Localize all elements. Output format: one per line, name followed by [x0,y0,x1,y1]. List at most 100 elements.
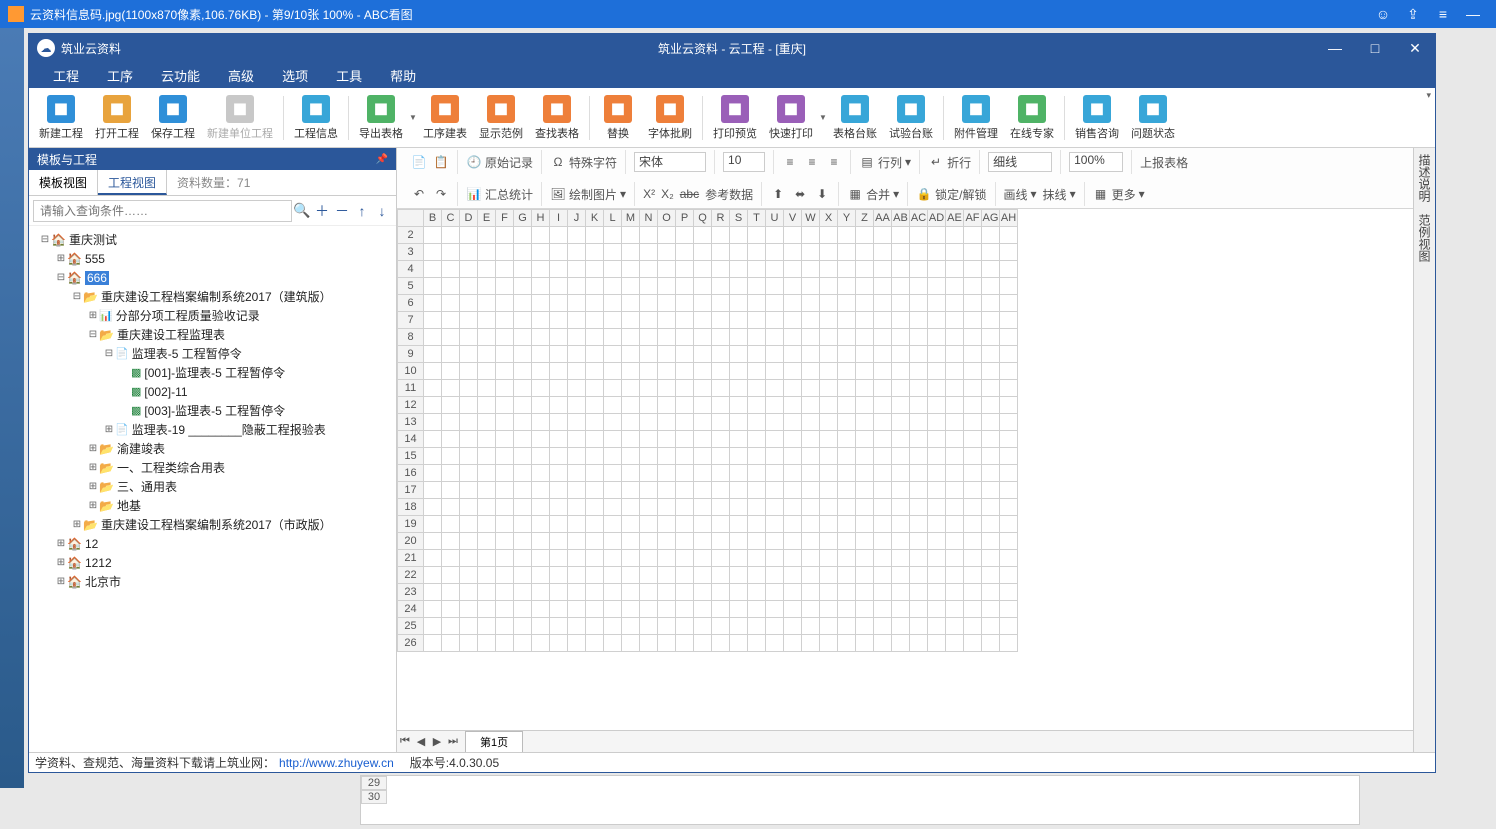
tree-node[interactable]: ⊟📄监理表-5 工程暂停令 [31,344,394,363]
cell[interactable] [910,448,928,465]
cell[interactable] [766,329,784,346]
cell[interactable] [604,278,622,295]
font-size-select[interactable]: 10 [723,152,765,172]
cell[interactable] [532,431,550,448]
cell[interactable] [586,244,604,261]
cell[interactable] [784,448,802,465]
cell[interactable] [622,533,640,550]
cell[interactable] [694,567,712,584]
cell[interactable] [694,550,712,567]
cell[interactable] [838,533,856,550]
sheet-last-icon[interactable]: ⏭ [445,735,461,748]
cell[interactable] [694,448,712,465]
cell[interactable] [424,465,442,482]
cell[interactable] [676,227,694,244]
cell[interactable] [496,533,514,550]
down-icon[interactable]: ↓ [372,203,392,219]
cell[interactable] [784,227,802,244]
zoom-select[interactable]: 100% [1069,152,1123,172]
cell[interactable] [874,312,892,329]
cell[interactable] [514,278,532,295]
row-header[interactable]: 10 [398,363,424,380]
cell[interactable] [514,465,532,482]
cell[interactable] [838,448,856,465]
cell[interactable] [460,295,478,312]
cell[interactable] [442,533,460,550]
cell[interactable] [496,516,514,533]
cell[interactable] [820,278,838,295]
cell[interactable] [442,516,460,533]
col-header[interactable]: E [478,210,496,227]
col-header[interactable]: K [586,210,604,227]
cell[interactable] [496,482,514,499]
cell[interactable] [604,516,622,533]
cell[interactable] [424,499,442,516]
cell[interactable] [532,601,550,618]
cell[interactable] [658,584,676,601]
toolbar-在线专家[interactable]: ◼在线专家 [1004,93,1060,143]
cell[interactable] [802,516,820,533]
cell[interactable] [802,312,820,329]
sheet-first-icon[interactable]: ⏮ [397,735,413,748]
cell[interactable] [766,363,784,380]
tree-twisty-icon[interactable]: ⊞ [87,481,99,492]
cell[interactable] [964,414,982,431]
cell[interactable] [514,363,532,380]
tree-twisty-icon[interactable]: ⊟ [103,348,115,359]
cell[interactable] [766,448,784,465]
cell[interactable] [766,567,784,584]
cell[interactable] [442,635,460,652]
cell[interactable] [496,261,514,278]
cell[interactable] [964,567,982,584]
cell[interactable] [478,295,496,312]
cell[interactable] [676,363,694,380]
cell[interactable] [532,516,550,533]
cell[interactable] [730,312,748,329]
cell[interactable] [748,329,766,346]
cell[interactable] [694,601,712,618]
cell[interactable] [514,550,532,567]
cell[interactable] [892,244,910,261]
col-header[interactable]: N [640,210,658,227]
cell[interactable] [460,363,478,380]
cell[interactable] [982,380,1000,397]
cell[interactable] [766,533,784,550]
cell[interactable] [550,397,568,414]
cell[interactable] [802,465,820,482]
cell[interactable] [892,550,910,567]
cell[interactable] [568,550,586,567]
cell[interactable] [550,567,568,584]
cell[interactable] [910,601,928,618]
cell[interactable] [748,397,766,414]
cell[interactable] [640,397,658,414]
cell[interactable] [928,431,946,448]
cell[interactable] [532,227,550,244]
cell[interactable] [730,261,748,278]
cell[interactable] [982,499,1000,516]
col-header[interactable]: P [676,210,694,227]
cell[interactable] [1000,601,1018,618]
cell[interactable] [1000,329,1018,346]
cell[interactable] [712,278,730,295]
cell[interactable] [820,533,838,550]
col-header[interactable] [398,210,424,227]
cell[interactable] [694,295,712,312]
cell[interactable] [946,295,964,312]
cell[interactable] [712,346,730,363]
col-header[interactable]: O [658,210,676,227]
cell[interactable] [712,601,730,618]
cell[interactable] [892,346,910,363]
cell[interactable] [928,295,946,312]
cell[interactable] [712,244,730,261]
cell[interactable] [640,244,658,261]
cell[interactable] [712,431,730,448]
tab-template-view[interactable]: 模板视图 [29,170,98,195]
toolbar-查找表格[interactable]: ◼查找表格 [529,93,585,143]
cell[interactable] [622,499,640,516]
cell[interactable] [874,448,892,465]
lock-button[interactable]: 🔒锁定/解锁 [916,186,986,203]
cell[interactable] [568,635,586,652]
cell[interactable] [424,380,442,397]
cell[interactable] [910,261,928,278]
cell[interactable] [694,329,712,346]
